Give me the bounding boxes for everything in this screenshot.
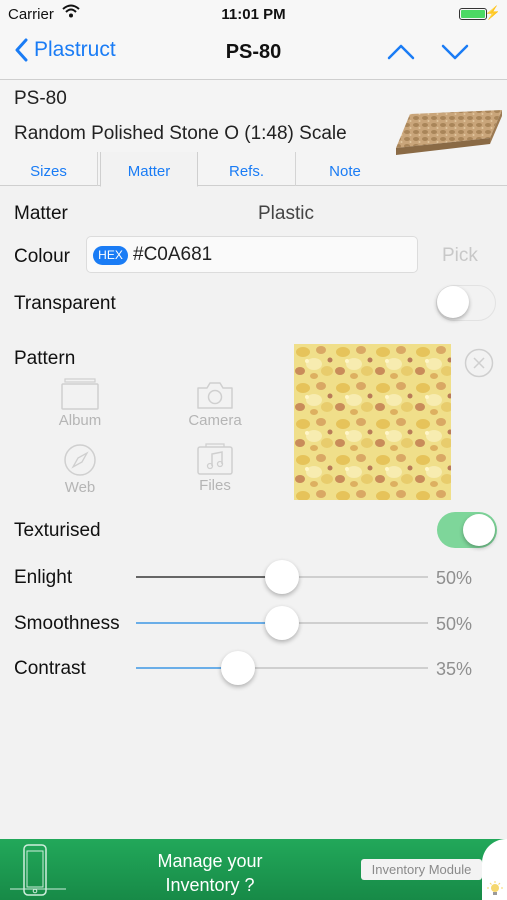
- camera-label: Camera: [188, 412, 242, 429]
- colour-field[interactable]: HEX: [86, 236, 418, 273]
- contrast-label: Contrast: [14, 658, 86, 679]
- texturised-label: Texturised: [14, 520, 101, 541]
- pattern-source-camera[interactable]: Camera: [170, 380, 260, 429]
- pattern-label: Pattern: [14, 348, 76, 369]
- pattern-source-album[interactable]: Album: [35, 378, 125, 429]
- tab-note[interactable]: Note: [296, 152, 394, 186]
- colour-hex-input[interactable]: [133, 242, 413, 268]
- slider-thumb[interactable]: [265, 560, 299, 594]
- lightbulb-icon: [487, 881, 503, 900]
- compass-icon: [64, 444, 96, 476]
- smoothness-label: Smoothness: [14, 613, 120, 634]
- clock: 11:01 PM: [221, 6, 286, 23]
- navigation-bar: Plastruct PS-80: [0, 28, 507, 80]
- pick-button[interactable]: Pick: [442, 245, 478, 267]
- pattern-source-files[interactable]: Files: [170, 443, 260, 494]
- smoothness-value: 50%: [436, 614, 473, 634]
- enlight-label: Enlight: [14, 567, 73, 588]
- transparent-label: Transparent: [14, 293, 116, 314]
- pattern-source-web[interactable]: Web: [35, 443, 125, 496]
- next-item-button[interactable]: [440, 40, 470, 69]
- transparent-toggle[interactable]: [436, 285, 496, 321]
- item-name: Random Polished Stone O (1:48) Scale: [14, 123, 347, 144]
- texturised-toggle[interactable]: [437, 512, 497, 548]
- close-icon: [464, 348, 494, 378]
- hex-badge[interactable]: HEX: [93, 246, 128, 265]
- banner-message: Manage your Inventory ?: [140, 849, 280, 897]
- pattern-preview-image[interactable]: [294, 344, 451, 500]
- inventory-module-button[interactable]: Inventory Module: [361, 859, 482, 880]
- battery-icon: [459, 8, 487, 20]
- slider-thumb[interactable]: [221, 651, 256, 685]
- previous-item-button[interactable]: [386, 40, 416, 69]
- enlight-slider[interactable]: [136, 559, 428, 595]
- chevron-up-icon: [387, 44, 415, 60]
- charging-icon: ⚡: [484, 5, 501, 20]
- matter-label: Matter: [14, 203, 68, 224]
- tab-matter[interactable]: Matter: [100, 152, 198, 187]
- banner-line-1: Manage your: [157, 851, 263, 871]
- files-icon: [197, 443, 233, 475]
- clear-pattern-button[interactable]: [464, 348, 494, 383]
- files-label: Files: [199, 477, 231, 494]
- tab-refs[interactable]: Refs.: [198, 152, 296, 186]
- tab-bar: Sizes Matter Refs. Note: [0, 152, 507, 187]
- web-label: Web: [64, 479, 96, 496]
- slider-thumb[interactable]: [265, 606, 299, 640]
- item-code: PS-80: [14, 88, 67, 109]
- page-title: PS-80: [225, 41, 282, 63]
- matter-value[interactable]: Plastic: [258, 203, 314, 225]
- status-bar: Carrier 11:01 PM ⚡: [0, 0, 507, 28]
- contrast-slider[interactable]: [136, 650, 428, 686]
- camera-icon: [197, 382, 233, 409]
- album-label: Album: [58, 412, 102, 429]
- tab-sizes[interactable]: Sizes: [0, 152, 98, 186]
- chevron-down-icon: [441, 44, 469, 60]
- enlight-value: 50%: [436, 568, 473, 588]
- album-icon: [61, 378, 99, 410]
- contrast-value: 35%: [436, 659, 473, 679]
- colour-label: Colour: [14, 246, 70, 267]
- inventory-banner[interactable]: Manage your Inventory ? Inventory Module: [0, 839, 507, 900]
- banner-line-2: Inventory ?: [165, 875, 255, 895]
- smoothness-slider[interactable]: [136, 605, 428, 641]
- phone-icon: [10, 843, 66, 900]
